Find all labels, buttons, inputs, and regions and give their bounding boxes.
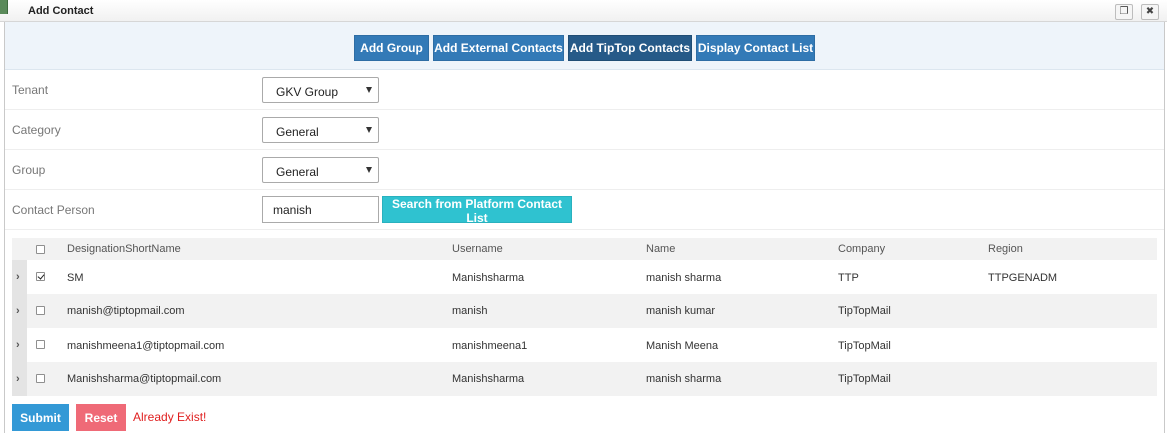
cell-name: Manish Meena (646, 340, 719, 352)
row-expand-icon[interactable]: › (12, 260, 27, 294)
cell-username: Manishsharma (452, 373, 525, 385)
add-contact-dialog: Add Group Add External Contacts Add TipT… (4, 22, 1165, 433)
cell-username: Manishsharma (452, 272, 525, 284)
header-company[interactable]: Company (838, 243, 885, 255)
table-row[interactable]: › manishmeena1@tiptopmail.com manishmeen… (12, 328, 1157, 362)
cell-name: manish kumar (646, 305, 716, 317)
contact-person-label: Contact Person (12, 203, 95, 217)
tenant-row: Tenant GKV Group (5, 70, 1164, 110)
table-row[interactable]: › manish@tiptopmail.com manish manish ku… (12, 294, 1157, 328)
cell-username: manish (452, 305, 488, 317)
error-message: Already Exist! (133, 410, 207, 424)
cell-name: manish sharma (646, 272, 722, 284)
window-title: Add Contact (28, 5, 94, 17)
contacts-grid: DesignationShortName Username Name Compa… (12, 238, 1157, 396)
cell-company: TTP (838, 272, 859, 284)
tenant-value: GKV Group (276, 85, 339, 99)
row-expand-icon[interactable]: › (12, 362, 27, 396)
cell-company: TipTopMail (838, 340, 891, 352)
cell-region: TTPGENADM (988, 272, 1058, 284)
contact-person-row: Contact Person Search from Platform Cont… (5, 190, 1164, 230)
row-checkbox[interactable] (36, 340, 45, 349)
contact-person-input[interactable] (262, 196, 379, 223)
table-row[interactable]: › SM Manishsharma manish sharma TTP TTPG… (12, 260, 1157, 294)
row-checkbox[interactable] (36, 272, 45, 281)
restore-window-icon[interactable]: ❐ (1115, 4, 1133, 20)
add-external-contacts-button[interactable]: Add External Contacts (433, 35, 564, 61)
table-row[interactable]: › Manishsharma@tiptopmail.com Manishshar… (12, 362, 1157, 396)
group-row: Group General (5, 150, 1164, 190)
add-tiptop-contacts-button[interactable]: Add TipTop Contacts (568, 35, 692, 61)
header-region[interactable]: Region (988, 243, 1023, 255)
caret-down-icon (366, 167, 372, 173)
group-value: General (276, 165, 319, 179)
row-checkbox[interactable] (36, 306, 45, 315)
row-expand-icon[interactable]: › (12, 294, 27, 328)
header-name[interactable]: Name (646, 243, 675, 255)
group-label: Group (12, 163, 46, 177)
reset-button[interactable]: Reset (76, 404, 126, 431)
cell-designation: manish@tiptopmail.com (67, 305, 185, 317)
cell-company: TipTopMail (838, 305, 891, 317)
display-contact-list-button[interactable]: Display Contact List (696, 35, 815, 61)
search-platform-contacts-button[interactable]: Search from Platform Contact List (382, 196, 572, 225)
header-designation[interactable]: DesignationShortName (67, 243, 181, 255)
close-icon[interactable]: ✖ (1141, 4, 1159, 20)
select-all-checkbox[interactable] (36, 245, 45, 254)
row-expand-icon[interactable]: › (12, 328, 27, 362)
category-row: Category General (5, 110, 1164, 150)
window-titlebar: Add Contact ❐ ✖ (0, 0, 1167, 22)
category-label: Category (12, 123, 61, 137)
cell-designation: manishmeena1@tiptopmail.com (67, 340, 225, 352)
cell-designation: SM (67, 272, 84, 284)
grid-header: DesignationShortName Username Name Compa… (12, 238, 1157, 260)
app-icon (0, 0, 8, 14)
caret-down-icon (366, 127, 372, 133)
tenant-label: Tenant (12, 83, 49, 97)
group-select[interactable]: General (262, 157, 379, 183)
category-select[interactable]: General (262, 117, 379, 143)
cell-name: manish sharma (646, 373, 722, 385)
action-toolbar: Add Group Add External Contacts Add TipT… (5, 22, 1164, 70)
cell-designation: Manishsharma@tiptopmail.com (67, 373, 222, 385)
cell-username: manishmeena1 (452, 340, 528, 352)
tenant-select[interactable]: GKV Group (262, 77, 379, 103)
submit-button[interactable]: Submit (12, 404, 69, 431)
caret-down-icon (366, 87, 372, 93)
row-checkbox[interactable] (36, 374, 45, 383)
category-value: General (276, 125, 319, 139)
header-username[interactable]: Username (452, 243, 503, 255)
add-group-button[interactable]: Add Group (354, 35, 429, 61)
cell-company: TipTopMail (838, 373, 891, 385)
